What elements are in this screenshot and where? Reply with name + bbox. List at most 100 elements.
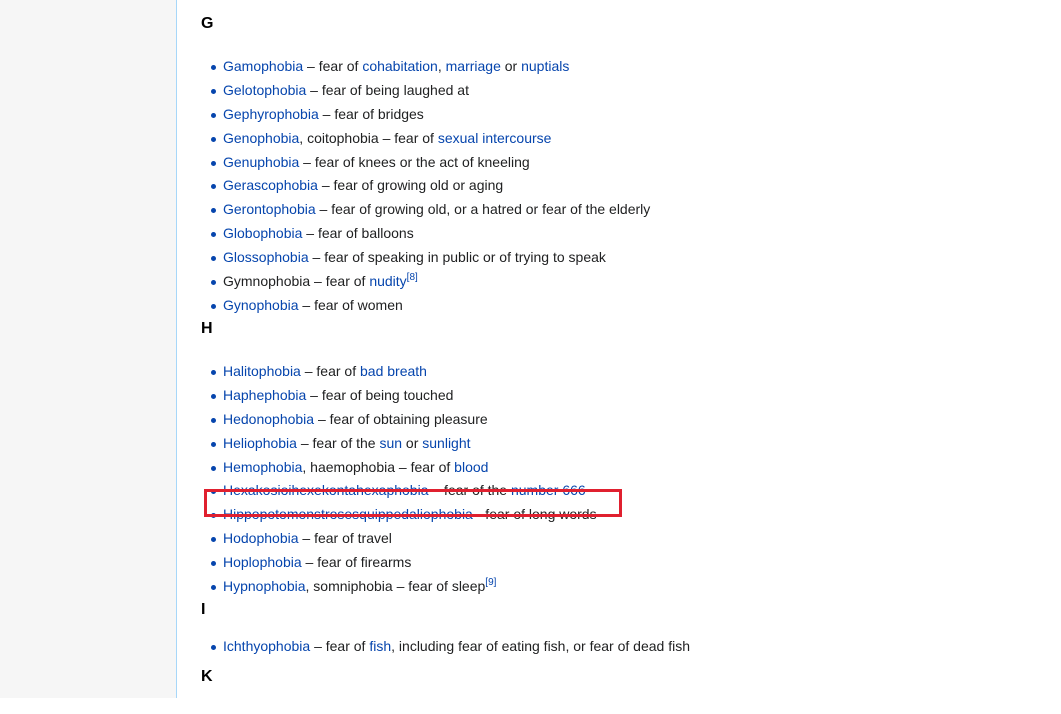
phobia-list-i: Ichthyophobia – fear of fish, including … xyxy=(201,635,690,659)
phobia-list-h: Halitophobia – fear of bad breath Hapheph… xyxy=(201,360,597,599)
related-link[interactable]: cohabitation xyxy=(362,58,438,74)
list-item: Heliophobia – fear of the sun or sunligh… xyxy=(201,432,597,456)
description-text: – fear of xyxy=(300,363,360,379)
list-item: Haphephobia – fear of being touched xyxy=(201,384,597,408)
section-i: I Ichthyophobia – fear of fish, includin… xyxy=(201,600,690,659)
bullet-icon xyxy=(211,585,216,591)
phobia-term-link[interactable]: Gamophobia xyxy=(223,58,303,74)
phobia-term-link[interactable]: Hexakosioihexekontahexaphobia xyxy=(223,482,428,498)
phobia-term-link[interactable]: Hemophobia xyxy=(223,459,302,475)
phobia-term-link[interactable]: Hedonophobia xyxy=(223,411,314,427)
description-text: Gymnophobia – fear of xyxy=(223,273,370,290)
citation-link[interactable]: [8] xyxy=(407,272,418,283)
list-item: Gephyrophobia – fear of bridges xyxy=(201,103,650,127)
section-heading-g: G xyxy=(201,15,214,32)
description-text: or xyxy=(500,58,522,74)
description-text: – fear of being touched xyxy=(306,386,454,403)
description-text: – fear of speaking in public or of tryin… xyxy=(308,249,606,266)
description-text: – fear of obtaining pleasure xyxy=(314,410,488,427)
description-text: – fear of women xyxy=(298,296,403,313)
list-item: Hippopotomonstrosesquippedaliophobia - f… xyxy=(201,503,597,527)
phobia-term-link[interactable]: Hodophobia xyxy=(223,530,299,546)
related-link[interactable]: bad breath xyxy=(360,363,427,379)
section-heading-k: K xyxy=(201,668,213,685)
bullet-icon xyxy=(211,65,216,70)
list-item: Gamophobia – fear of cohabitation, marri… xyxy=(201,55,650,79)
phobia-term-link[interactable]: Glossophobia xyxy=(223,249,309,265)
related-link[interactable]: sun xyxy=(379,435,402,451)
section-k: K xyxy=(201,667,213,687)
bullet-icon xyxy=(211,393,216,399)
phobia-term-link[interactable]: Heliophobia xyxy=(223,435,297,451)
list-item: Hoplophobia – fear of firearms xyxy=(201,551,597,575)
bullet-icon xyxy=(211,232,216,238)
related-link[interactable]: sexual intercourse xyxy=(438,130,552,146)
citation-link[interactable]: [9] xyxy=(485,577,496,588)
list-item: Hemophobia, haemophobia – fear of blood xyxy=(201,456,597,480)
bullet-icon xyxy=(211,256,216,262)
phobia-term-link[interactable]: Haphephobia xyxy=(223,387,306,403)
phobia-term-link[interactable]: Gephyrophobia xyxy=(223,106,319,122)
description-text: - fear of long words xyxy=(472,506,597,523)
description-text: – fear of firearms xyxy=(301,554,412,571)
related-link[interactable]: marriage xyxy=(446,58,501,74)
section-heading-h: H xyxy=(201,320,213,337)
section-heading-i: I xyxy=(201,601,206,618)
bullet-icon xyxy=(211,537,216,543)
list-item: Hypnophobia, somniphobia – fear of sleep… xyxy=(201,575,597,599)
list-item: Glossophobia – fear of speaking in publi… xyxy=(201,246,650,270)
phobia-term-link[interactable]: Hippopotomonstrosesquippedaliophobia xyxy=(223,506,473,522)
related-link[interactable]: blood xyxy=(454,459,488,475)
description-text: – fear of knees or the act of kneeling xyxy=(299,153,530,170)
bullet-icon xyxy=(211,489,216,495)
description-text: – fear of growing old, or a hatred or fe… xyxy=(315,201,651,218)
bullet-icon xyxy=(211,280,216,286)
related-link[interactable]: sunlight xyxy=(422,435,470,451)
related-link[interactable]: fish xyxy=(369,638,391,654)
description-text: – fear of growing old or aging xyxy=(317,177,504,194)
phobia-term-link[interactable]: Globophobia xyxy=(223,225,302,241)
bullet-icon xyxy=(211,441,216,447)
phobia-term-link[interactable]: Hypnophobia xyxy=(223,578,306,594)
bullet-icon xyxy=(211,561,216,567)
description-text: – fear of xyxy=(303,58,363,74)
phobia-list-g: Gamophobia – fear of cohabitation, marri… xyxy=(201,55,650,318)
description-text: or xyxy=(402,434,423,451)
description-text: , haemophobia – fear of xyxy=(302,458,455,475)
sidebar xyxy=(0,0,176,698)
description-text: – fear of xyxy=(310,638,370,654)
description-text: , coitophobia – fear of xyxy=(299,129,438,146)
bullet-icon xyxy=(211,645,216,650)
list-item: Hedonophobia – fear of obtaining pleasur… xyxy=(201,408,597,432)
list-item: Hodophobia – fear of travel xyxy=(201,527,597,551)
bullet-icon xyxy=(211,184,216,190)
bullet-icon xyxy=(211,112,216,118)
related-link[interactable]: number 666 xyxy=(511,482,586,498)
phobia-term-link[interactable]: Gelotophobia xyxy=(223,82,306,98)
bullet-icon xyxy=(211,208,216,214)
related-link[interactable]: nuptials xyxy=(521,58,569,74)
description-text: – fear of bridges xyxy=(318,105,424,122)
list-item: Genuphobia – fear of knees or the act of… xyxy=(201,151,650,175)
description-text: – fear of balloons xyxy=(302,225,414,242)
list-item: Gelotophobia – fear of being laughed at xyxy=(201,79,650,103)
phobia-term-link[interactable]: Gerontophobia xyxy=(223,201,316,217)
related-link[interactable]: nudity xyxy=(369,273,406,289)
phobia-term-link[interactable]: Genophobia xyxy=(223,130,299,146)
description-text: – fear of the xyxy=(296,434,380,451)
description-text: – fear of the xyxy=(428,482,511,499)
list-item: Gymnophobia – fear of nudity[8] xyxy=(201,270,650,294)
bullet-icon xyxy=(211,370,216,375)
section-h: H Halitophobia – fear of bad breath Haphe… xyxy=(201,319,597,599)
list-item: Gerontophobia – fear of growing old, or … xyxy=(201,198,650,222)
phobia-term-link[interactable]: Halitophobia xyxy=(223,363,301,379)
phobia-term-link[interactable]: Gynophobia xyxy=(223,297,299,313)
phobia-term-link[interactable]: Gerascophobia xyxy=(223,177,318,193)
list-item: Gynophobia – fear of women xyxy=(201,294,650,318)
bullet-icon xyxy=(211,465,216,471)
phobia-term-link[interactable]: Genuphobia xyxy=(223,154,299,170)
phobia-term-link[interactable]: Hoplophobia xyxy=(223,554,302,570)
phobia-term-link[interactable]: Ichthyophobia xyxy=(223,638,310,654)
list-item: Ichthyophobia – fear of fish, including … xyxy=(201,635,690,659)
bullet-icon xyxy=(211,88,216,94)
